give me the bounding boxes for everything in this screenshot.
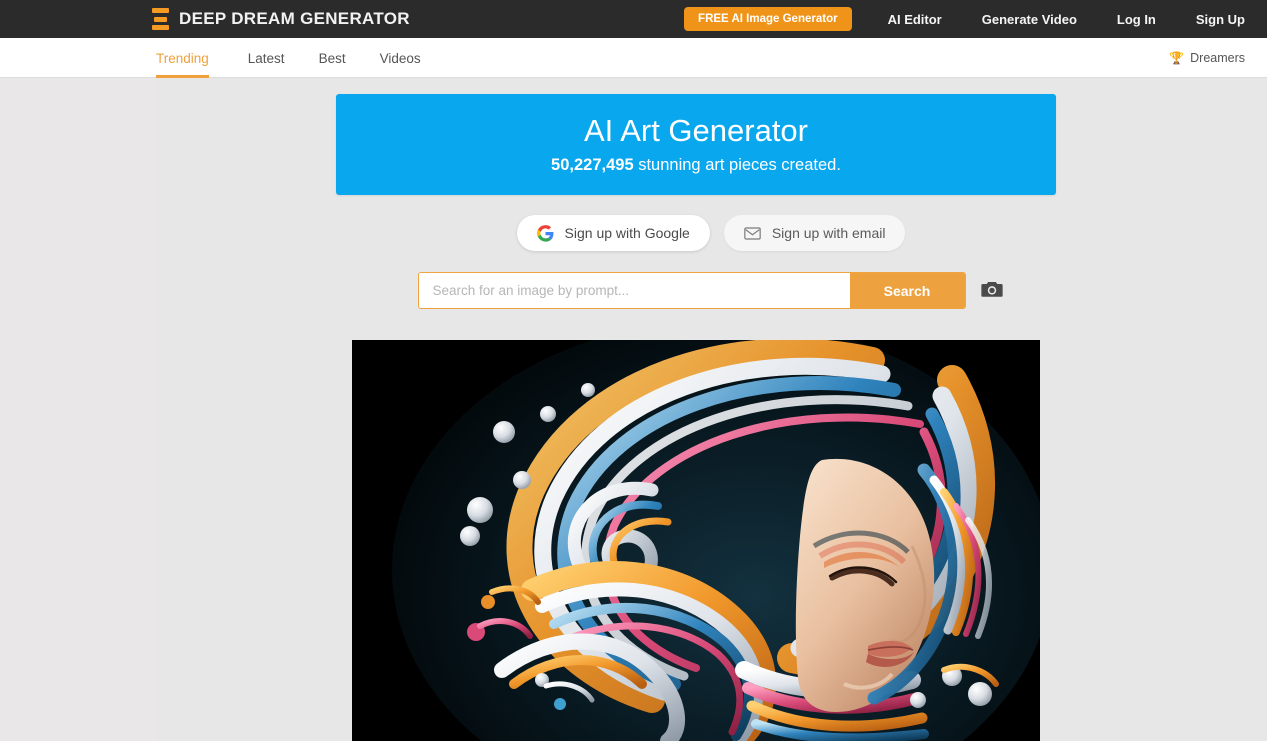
dreamers-link[interactable]: 🏆 Dreamers (1169, 38, 1245, 78)
sign-up-with-google-button[interactable]: Sign up with Google (516, 215, 710, 251)
secondary-nav-bar: Trending Latest Best Videos 🏆 Dreamers (0, 38, 1267, 78)
tab-trending[interactable]: Trending (156, 38, 231, 78)
logo-text: DEEP DREAM GENERATOR (179, 9, 410, 28)
header-nav: FREE AI Image Generator AI Editor Genera… (684, 0, 1245, 38)
page-title: AI Art Generator (584, 112, 808, 148)
signup-button-row: Sign up with Google Sign up with email (0, 215, 1267, 251)
featured-artwork-image[interactable] (352, 340, 1040, 741)
nav-link-generate-video[interactable]: Generate Video (982, 12, 1077, 27)
art-pieces-count: 50,227,495 (551, 156, 634, 175)
trophy-icon: 🏆 (1169, 51, 1185, 65)
search-button[interactable]: Search (849, 273, 965, 308)
tab-best[interactable]: Best (302, 38, 363, 78)
dreamers-label: Dreamers (1190, 51, 1245, 65)
search-input[interactable] (418, 273, 850, 308)
search-row: Search (0, 272, 1267, 309)
google-g-icon (536, 224, 554, 242)
hero-subtitle-rest: stunning art pieces created. (633, 156, 841, 175)
artwork-canvas (352, 340, 1040, 741)
stacked-bars-logo-icon (152, 8, 169, 30)
camera-icon (980, 280, 1003, 301)
free-ai-image-generator-button[interactable]: FREE AI Image Generator (684, 7, 852, 31)
content-tabs: Trending Latest Best Videos (156, 38, 438, 78)
google-button-label: Sign up with Google (564, 225, 690, 241)
email-button-label: Sign up with email (771, 225, 886, 241)
envelope-icon (744, 226, 761, 240)
hero-banner: AI Art Generator 50,227,495 stunning art… (336, 94, 1056, 195)
search-box: Search (417, 272, 966, 309)
tab-videos[interactable]: Videos (363, 38, 438, 78)
nav-link-ai-editor[interactable]: AI Editor (888, 12, 942, 27)
top-header-bar: DEEP DREAM GENERATOR FREE AI Image Gener… (0, 0, 1267, 38)
tab-latest[interactable]: Latest (231, 38, 302, 78)
nav-link-sign-up[interactable]: Sign Up (1196, 12, 1245, 27)
hero-subtitle: 50,227,495 stunning art pieces created. (551, 156, 841, 175)
nav-link-log-in[interactable]: Log In (1117, 12, 1156, 27)
camera-search-button[interactable] (979, 280, 1005, 302)
sign-up-with-email-button[interactable]: Sign up with email (723, 215, 906, 251)
site-logo[interactable]: DEEP DREAM GENERATOR (152, 0, 410, 38)
